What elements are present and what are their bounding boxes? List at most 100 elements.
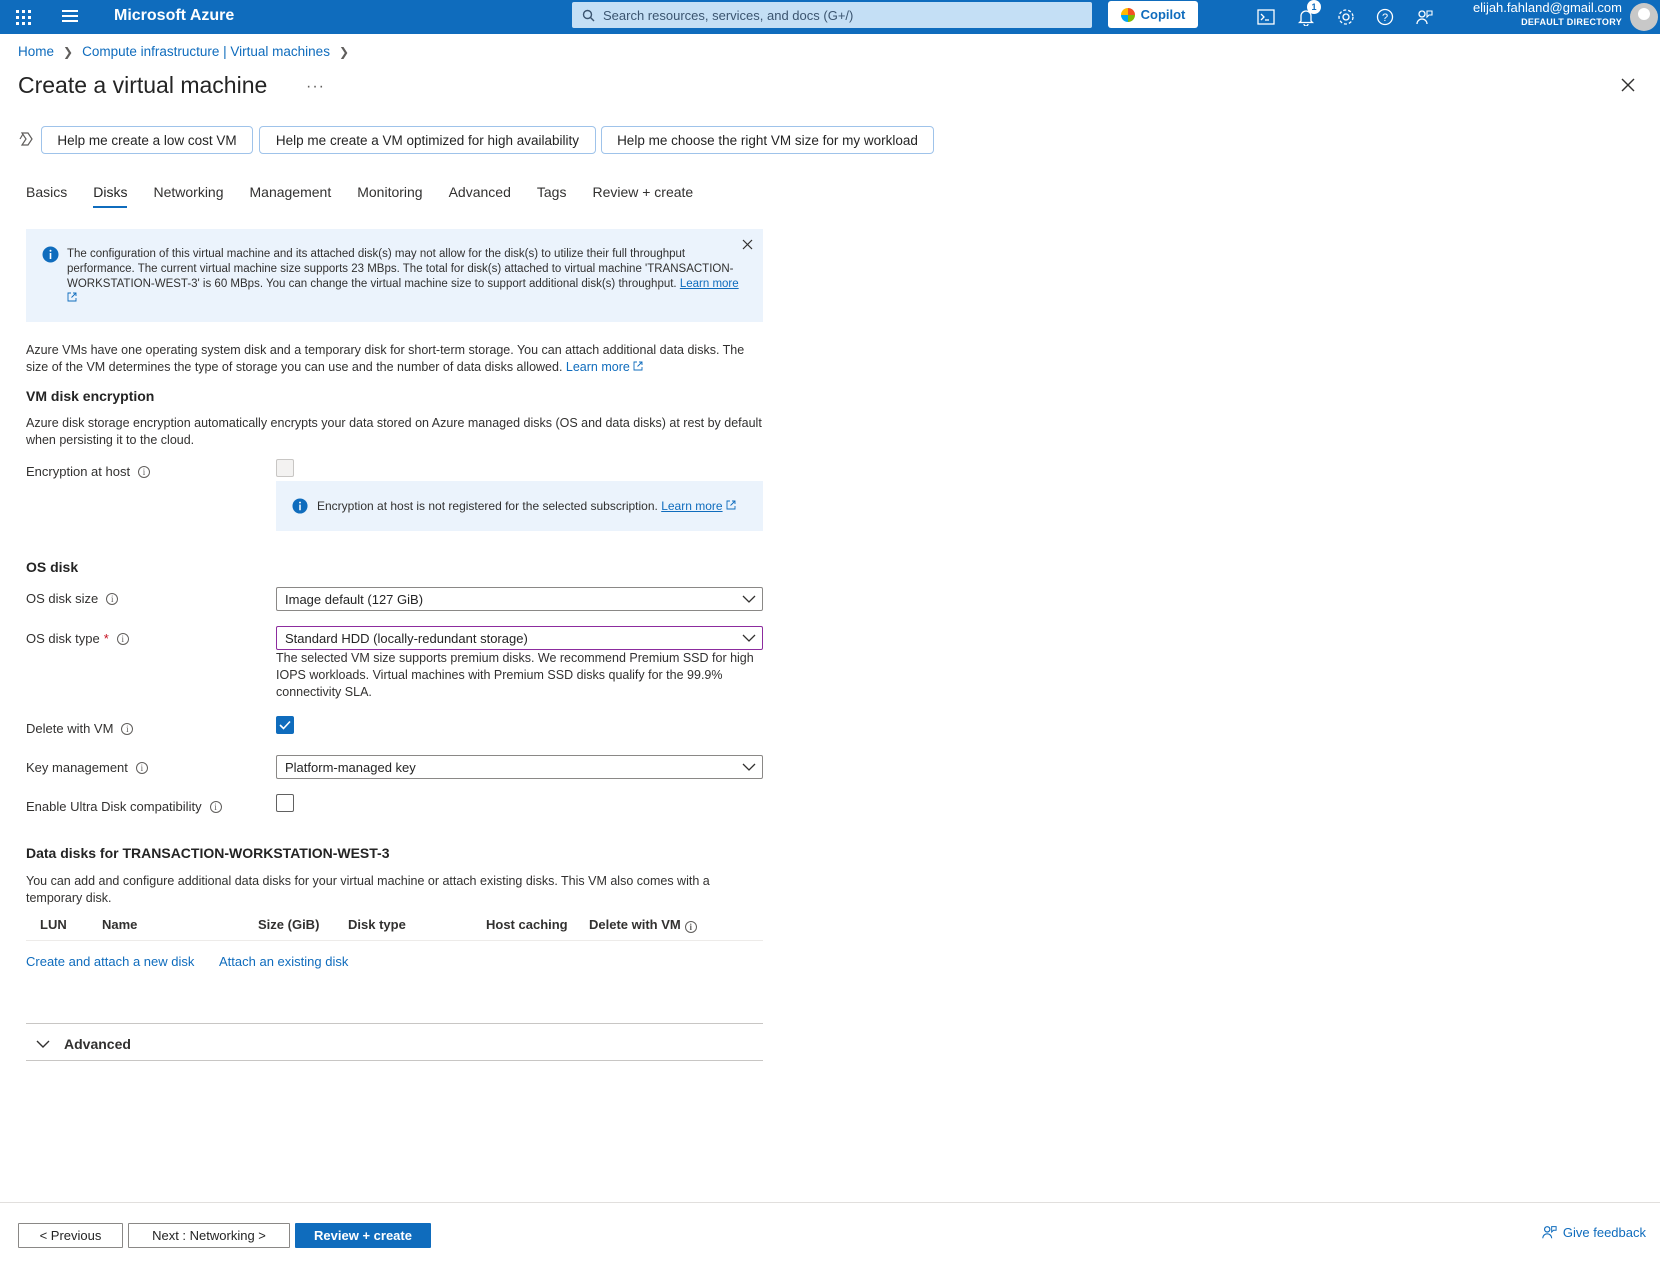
disks-intro: Azure VMs have one operating system disk… <box>26 342 766 376</box>
help-question-icon[interactable]: ? <box>1374 6 1396 28</box>
os-disk-type-label: OS disk type * i <box>26 631 129 646</box>
chevron-down-icon <box>742 595 756 603</box>
delete-with-vm-label: Delete with VM i <box>26 721 134 736</box>
info-tooltip-icon[interactable]: i <box>684 921 697 933</box>
close-icon[interactable] <box>1619 76 1637 94</box>
info-tooltip-icon[interactable]: i <box>209 800 222 813</box>
ultra-disk-checkbox[interactable] <box>276 794 294 812</box>
os-disk-heading: OS disk <box>26 559 79 575</box>
checkmark-icon <box>279 720 291 730</box>
info-tooltip-icon[interactable]: i <box>135 761 148 774</box>
cloud-shell-icon[interactable] <box>1255 6 1277 28</box>
notifications-bell-icon[interactable]: 1 <box>1295 0 1321 28</box>
copilot-button[interactable]: Copilot <box>1108 1 1198 28</box>
tab-basics[interactable]: Basics <box>26 184 67 208</box>
column-size: Size (GiB) <box>258 917 320 932</box>
breadcrumb-home-link[interactable]: Home <box>18 44 54 59</box>
page-title: Create a virtual machine <box>18 72 268 98</box>
column-name: Name <box>102 917 138 932</box>
breadcrumb-chevron-icon: ❯ <box>338 44 350 59</box>
chevron-down-icon <box>36 1040 50 1048</box>
top-bar: Microsoft Azure Search resources, servic… <box>0 0 1660 34</box>
info-tooltip-icon[interactable]: i <box>106 592 119 605</box>
tab-disks[interactable]: Disks <box>93 184 128 208</box>
give-feedback-text: Give feedback <box>1562 1224 1646 1240</box>
review-create-button[interactable]: Review + create <box>295 1223 431 1248</box>
prompt-high-availability-button[interactable]: Help me create a VM optimized for high a… <box>259 126 596 154</box>
footer-divider <box>0 1202 1660 1203</box>
breadcrumb-vms-link[interactable]: Compute infrastructure | Virtual machine… <box>82 44 330 59</box>
required-indicator: * <box>103 631 109 646</box>
os-disk-size-text: OS disk size <box>26 591 99 606</box>
os-disk-type-value: Standard HDD (locally-redundant storage) <box>285 630 528 646</box>
encryption-learn-more-link[interactable]: Learn more <box>661 499 722 513</box>
divider <box>26 1060 763 1061</box>
external-link-icon <box>633 361 643 371</box>
delete-with-vm-text: Delete with VM <box>26 721 114 736</box>
key-management-value: Platform-managed key <box>285 759 416 775</box>
more-options-icon[interactable]: ··· <box>306 78 325 96</box>
attach-existing-disk-link[interactable]: Attach an existing disk <box>219 954 348 969</box>
column-delete-with-vm-text: Delete with VM <box>589 917 681 932</box>
encryption-note-text: Encryption at host is not registered for… <box>317 499 736 513</box>
key-management-text: Key management <box>26 760 128 775</box>
delete-with-vm-checkbox[interactable] <box>276 716 294 734</box>
key-management-dropdown[interactable]: Platform-managed key <box>276 755 763 779</box>
create-attach-disk-link[interactable]: Create and attach a new disk <box>26 954 194 969</box>
give-feedback-link[interactable]: Give feedback <box>1541 1224 1646 1240</box>
os-disk-size-label: OS disk size i <box>26 591 119 606</box>
encryption-note-message: Encryption at host is not registered for… <box>317 499 658 513</box>
tab-monitoring[interactable]: Monitoring <box>357 184 422 208</box>
key-management-label: Key management i <box>26 760 148 775</box>
encryption-at-host-checkbox[interactable] <box>276 459 294 477</box>
account-info[interactable]: elijah.fahland@gmail.com DEFAULT DIRECTO… <box>1473 0 1622 28</box>
global-search-input[interactable]: Search resources, services, and docs (G+… <box>572 2 1092 28</box>
column-host-caching: Host caching <box>486 917 568 932</box>
encryption-at-host-label: Encryption at host i <box>26 464 151 479</box>
brand-name[interactable]: Microsoft Azure <box>114 7 234 25</box>
avatar[interactable] <box>1630 3 1658 31</box>
column-delete-with-vm: Delete with VM i <box>589 917 697 933</box>
prompt-low-cost-vm-button[interactable]: Help me create a low cost VM <box>41 126 253 154</box>
os-disk-type-text: OS disk type <box>26 631 100 646</box>
banner-message: The configuration of this virtual machin… <box>67 247 747 307</box>
copilot-label: Copilot <box>1140 7 1186 22</box>
info-icon <box>42 246 59 263</box>
os-disk-size-dropdown[interactable]: Image default (127 GiB) <box>276 587 763 611</box>
divider <box>26 1023 763 1024</box>
encryption-at-host-text: Encryption at host <box>26 464 131 479</box>
tab-management[interactable]: Management <box>250 184 332 208</box>
os-disk-type-helper: The selected VM size supports premium di… <box>276 651 754 699</box>
banner-text: The configuration of this virtual machin… <box>67 248 734 290</box>
intro-learn-more-link[interactable]: Learn more <box>566 360 630 374</box>
app-launcher-icon[interactable] <box>14 8 32 26</box>
banner-learn-more-link[interactable]: Learn more <box>680 278 739 290</box>
info-tooltip-icon[interactable]: i <box>116 632 129 645</box>
settings-gear-icon[interactable] <box>1335 6 1357 28</box>
info-tooltip-icon[interactable]: i <box>138 465 151 478</box>
tab-advanced[interactable]: Advanced <box>449 184 511 208</box>
tab-networking[interactable]: Networking <box>153 184 223 208</box>
next-networking-button[interactable]: Next : Networking > <box>128 1223 290 1248</box>
advanced-section-toggle[interactable]: Advanced <box>36 1036 131 1052</box>
search-placeholder: Search resources, services, and docs (G+… <box>603 7 854 23</box>
feedback-person-icon[interactable] <box>1413 6 1435 28</box>
tab-review-create[interactable]: Review + create <box>592 184 693 208</box>
tab-tags[interactable]: Tags <box>537 184 567 208</box>
chevron-down-icon <box>742 634 756 642</box>
encryption-note: Encryption at host is not registered for… <box>276 481 763 531</box>
portal-menu-icon[interactable] <box>62 10 78 24</box>
info-tooltip-icon[interactable]: i <box>121 722 134 735</box>
column-disk-type: Disk type <box>348 917 406 932</box>
prompt-vm-size-button[interactable]: Help me choose the right VM size for my … <box>601 126 934 154</box>
os-disk-size-value: Image default (127 GiB) <box>285 591 424 607</box>
previous-button[interactable]: < Previous <box>18 1223 123 1248</box>
wizard-tabs: Basics Disks Networking Management Monit… <box>26 184 719 208</box>
breadcrumb: Home ❯ Compute infrastructure | Virtual … <box>18 44 358 59</box>
throughput-info-banner: The configuration of this virtual machin… <box>26 229 763 322</box>
os-disk-type-dropdown[interactable]: Standard HDD (locally-redundant storage) <box>276 626 763 650</box>
dismiss-banner-icon[interactable] <box>742 239 753 250</box>
encryption-heading: VM disk encryption <box>26 388 155 404</box>
data-disks-heading: Data disks for TRANSACTION-WORKSTATION-W… <box>26 845 390 861</box>
feedback-person-icon <box>1542 1226 1557 1239</box>
